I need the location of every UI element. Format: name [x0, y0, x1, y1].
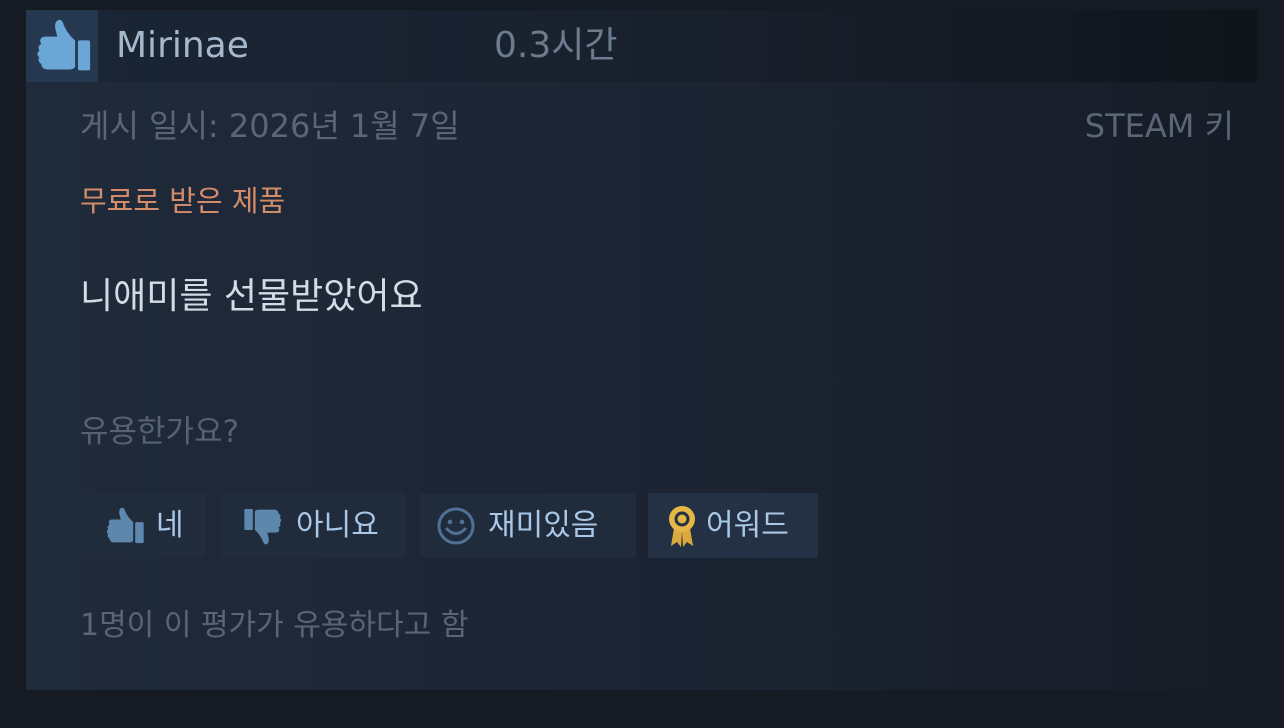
award-ribbon-icon: [662, 502, 702, 550]
vote-no-label: 아니요: [296, 507, 379, 543]
vote-funny-button[interactable]: 재미있음: [420, 493, 636, 558]
smiley-icon: [432, 502, 480, 550]
recommended-thumb-box[interactable]: [26, 10, 98, 82]
helpful-question: 유용한가요?: [80, 414, 240, 450]
thumbs-up-icon: [100, 502, 148, 550]
review-header: Mirinae 0.3시간: [26, 10, 1258, 82]
free-product-label: 무료로 받은 제품: [80, 184, 286, 218]
vote-yes-button[interactable]: 네: [80, 493, 206, 558]
vote-yes-label: 네: [156, 507, 184, 543]
thumbs-up-icon: [37, 19, 91, 71]
vote-no-button[interactable]: 아니요: [220, 493, 406, 558]
playtime: 0.3시간: [494, 25, 618, 66]
award-button[interactable]: 어워드: [648, 493, 818, 558]
thumbs-down-icon: [240, 502, 288, 550]
vote-funny-label: 재미있음: [488, 507, 599, 543]
review-card: Mirinae 0.3시간 게시 일시: 2026년 1월 7일 STEAM 키…: [26, 10, 1258, 690]
posted-date: 게시 일시: 2026년 1월 7일: [80, 107, 460, 145]
key-source-label: STEAM 키: [1084, 107, 1234, 145]
review-text: 니애미를 선물받았어요: [80, 276, 423, 317]
reviewer-name[interactable]: Mirinae: [116, 24, 249, 68]
award-label: 어워드: [706, 507, 789, 543]
helpful-count: 1명이 이 평가가 유용하다고 함: [80, 608, 469, 643]
